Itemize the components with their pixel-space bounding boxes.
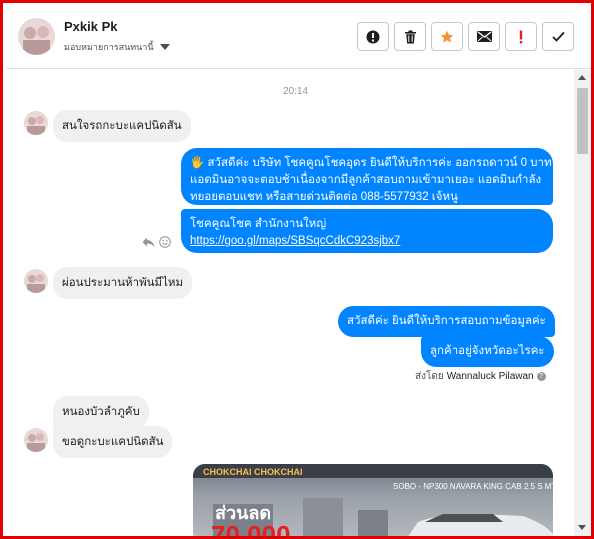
outgoing-message: ลูกค้าอยู่จังหวัดอะไรคะ [421, 336, 554, 367]
outgoing-message: สวัสดีค่ะ ยินดีให้บริการสอบถามข้อมูลค่ะ [338, 306, 555, 337]
message-line: โชคคูณโชค สำนักงานใหญ่ [190, 218, 327, 230]
sender-avatar [24, 111, 48, 135]
mail-icon [476, 31, 492, 42]
check-icon [551, 31, 565, 42]
incoming-message: หนองบัวลำภูคับ [53, 396, 149, 428]
promo-amount: 70,000 [211, 520, 291, 539]
follow-up-button[interactable] [505, 22, 537, 51]
conversation-header: Pxkik Pk มอบหมายการสนทนานี้ [6, 6, 591, 69]
trash-icon [404, 30, 416, 43]
promo-brand-text: CHOKCHAI CHOKCHAI [203, 467, 303, 477]
outgoing-message: 🖐 สวัสดีค่ะ บริษัท โชคคูณโชคอุดร ยินดีให… [181, 148, 553, 205]
mark-spam-button[interactable] [357, 22, 389, 51]
delete-button[interactable] [394, 22, 426, 51]
message-line: แอดมินอาจจะตอบช้าเนื่องจากมีลูกค้าสอบถาม… [190, 174, 542, 186]
sent-by-prefix: ส่งโดย [415, 371, 444, 382]
contact-name[interactable]: Pxkik Pk [64, 19, 118, 34]
header-actions [357, 22, 574, 51]
assign-label: มอบหมายการสนทนานี้ [64, 42, 154, 52]
reply-icon[interactable] [142, 237, 155, 248]
sender-avatar [24, 428, 48, 452]
map-link[interactable]: https://goo.gl/maps/SBSqcCdkC923sjbx7 [190, 235, 400, 247]
mark-done-button[interactable] [542, 22, 574, 51]
star-button[interactable] [431, 22, 463, 51]
sender-avatar [24, 269, 48, 293]
incoming-message: ผ่อนประมานห้าพันมีไหม [53, 267, 193, 299]
star-icon [440, 30, 454, 42]
message-line: 🖐 สวัสดีค่ะ บริษัท โชคคูณโชคอุดร ยินดีให… [190, 157, 552, 169]
incoming-message: สนใจรถกะบะแคปนิดสัน [53, 110, 191, 142]
mark-unread-button[interactable] [468, 22, 500, 51]
scrollbar-thumb[interactable] [577, 88, 588, 154]
contact-avatar[interactable] [18, 18, 55, 55]
sent-by-label: ส่งโดย Wannaluck Pilawan ? [415, 369, 546, 384]
outgoing-message: โชคคูณโชค สำนักงานใหญ่ https://goo.gl/ma… [181, 209, 553, 253]
alert-icon [366, 30, 380, 43]
assign-conversation-dropdown[interactable]: มอบหมายการสนทนานี้ [64, 40, 170, 54]
exclamation-icon [519, 30, 523, 43]
emoji-icon[interactable] [159, 236, 171, 248]
scroll-down-icon[interactable] [578, 525, 586, 530]
chevron-down-icon [159, 44, 170, 50]
message-timestamp: 20:14 [283, 86, 309, 97]
promo-image[interactable]: CHOKCHAI CHOKCHAI SOBO - NP300 NAVARA KI… [193, 464, 553, 539]
promo-model-text: SOBO - NP300 NAVARA KING CAB 2.5 S MT [393, 482, 553, 491]
sender-name[interactable]: Wannaluck Pilawan [447, 371, 534, 382]
message-line: ทยอยตอบแชท หรือสายด่วนติดต่อ 088-5577932… [190, 191, 458, 203]
messenger-window: Pxkik Pk มอบหมายการสนทนานี้ 20:14 สนใจรถ… [0, 0, 594, 539]
incoming-message: ขอดูกะบะแคปนิดสัน [53, 426, 173, 458]
message-thread[interactable]: 20:14 สนใจรถกะบะแคปนิดสัน 🖐 สวัสดีค่ะ บร… [6, 70, 574, 539]
help-icon[interactable]: ? [536, 372, 546, 381]
chat-scrollbar[interactable] [574, 70, 591, 536]
scroll-up-icon[interactable] [578, 75, 586, 80]
message-actions [142, 236, 171, 248]
